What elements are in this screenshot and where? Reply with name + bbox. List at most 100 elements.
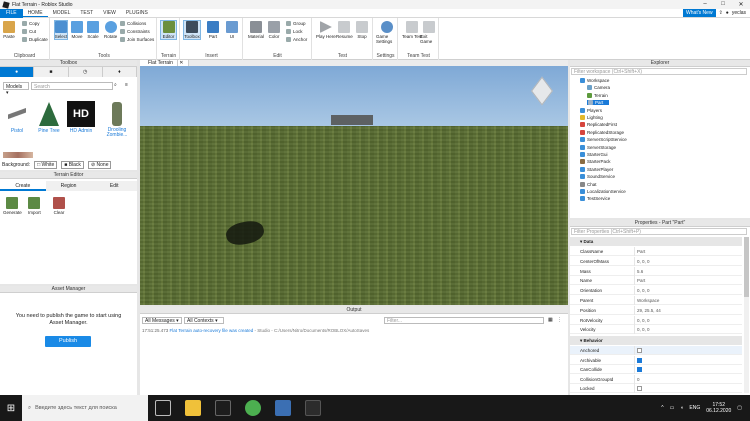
property-checkbox[interactable]: [637, 357, 642, 363]
explorer-item[interactable]: SoundService: [580, 174, 615, 180]
tab-test[interactable]: TEST: [75, 10, 98, 16]
terrain-editor-button[interactable]: Editor: [160, 20, 177, 40]
toolbox-item-drooling-zombie[interactable]: Drooling Zombie...: [100, 100, 134, 140]
property-row[interactable]: CenterOfMass 0, 0, 0: [570, 256, 742, 266]
clock[interactable]: 17:52 06.12.2020: [706, 402, 731, 414]
anchor-button[interactable]: Anchor: [286, 37, 307, 42]
clear-button[interactable]: Clear: [53, 197, 65, 215]
taskbar-search-input[interactable]: ⌕ Введите здесь текст для поиска: [22, 395, 148, 421]
whats-new-button[interactable]: What's New: [683, 9, 716, 17]
stop-button[interactable]: Stop: [356, 21, 368, 39]
explorer-item[interactable]: StarterGui: [580, 152, 608, 157]
contexts-filter-select[interactable]: All Contexts ▾: [184, 317, 224, 324]
tab-model[interactable]: MODEL: [48, 10, 76, 16]
properties-filter-input[interactable]: Filter Properties (Ctrl+Shift+P): [571, 228, 747, 235]
chrome-icon[interactable]: [245, 400, 261, 416]
material-button[interactable]: Material: [248, 21, 264, 39]
roblox-studio-taskbar-icon[interactable]: [305, 400, 321, 416]
generate-button[interactable]: Generate: [3, 197, 22, 215]
join-surfaces-toggle[interactable]: Join Surfaces: [120, 37, 154, 42]
property-checkbox[interactable]: [637, 348, 642, 353]
exit-game-button[interactable]: Exit Game: [420, 21, 438, 44]
app-icon[interactable]: [275, 400, 291, 416]
duplicate-button[interactable]: Duplicate: [22, 37, 48, 42]
toolbox-button[interactable]: Toolbox: [183, 20, 201, 40]
import-button[interactable]: Import: [28, 197, 41, 215]
explorer-item[interactable]: Chat: [580, 181, 597, 187]
lock-button[interactable]: Lock: [286, 29, 303, 34]
search-icon[interactable]: ⌕: [114, 82, 122, 90]
part-button[interactable]: Part: [207, 21, 219, 39]
toolbox-item-pine-tree[interactable]: Pine Tree: [34, 100, 64, 138]
copy-button[interactable]: Copy: [22, 21, 40, 26]
network-icon[interactable]: ▭: [670, 405, 675, 411]
tab-recent-icon[interactable]: ◷: [68, 67, 103, 77]
explorer-item[interactable]: Lighting: [580, 115, 603, 120]
property-row[interactable]: Position 29, 25.5, 44: [570, 305, 742, 315]
resume-button[interactable]: Resume: [336, 21, 353, 39]
property-row[interactable]: ClassName Part: [570, 247, 742, 256]
section-behavior[interactable]: ▾ Behavior: [570, 336, 742, 345]
collisions-toggle[interactable]: Collisions: [120, 21, 146, 26]
properties-scrollbar[interactable]: [744, 237, 749, 393]
tab-view[interactable]: VIEW: [98, 10, 121, 16]
move-tool-button[interactable]: Move: [71, 21, 83, 39]
ui-button[interactable]: UI: [226, 21, 238, 39]
category-select[interactable]: Models ▾: [3, 82, 29, 96]
tab-marketplace-icon[interactable]: ■: [34, 67, 69, 77]
cut-button[interactable]: Cut: [22, 29, 36, 34]
explorer-item[interactable]: Part: [587, 100, 610, 106]
file-menu[interactable]: FILE: [0, 8, 23, 18]
constraints-toggle[interactable]: Constraints: [120, 29, 150, 34]
minimize-button[interactable]: –: [696, 1, 714, 8]
property-row[interactable]: Archivable: [570, 355, 742, 365]
part-block[interactable]: [331, 115, 373, 125]
property-row[interactable]: Orientation 0, 0, 0: [570, 286, 742, 296]
output-menu-icon[interactable]: ⋮: [557, 317, 562, 323]
scale-tool-button[interactable]: Scale: [87, 21, 99, 39]
tab-create[interactable]: Create: [0, 181, 46, 191]
property-row[interactable]: CollisionGroupId 0: [570, 374, 742, 384]
paste-button[interactable]: Paste: [3, 21, 15, 39]
bg-black-option[interactable]: ■ Black: [61, 161, 84, 169]
color-button[interactable]: Color: [268, 21, 280, 39]
close-button[interactable]: ✕: [732, 1, 750, 8]
windows-start-icon[interactable]: ⊞: [0, 395, 22, 421]
share-icon[interactable]: ⇪: [719, 10, 723, 16]
tab-plugins[interactable]: PLUGINS: [121, 10, 153, 16]
explorer-item[interactable]: ServerScriptService: [580, 137, 627, 143]
clear-output-icon[interactable]: ▦: [548, 317, 553, 323]
property-row[interactable]: RotVelocity 0, 0, 0: [570, 315, 742, 325]
messages-filter-select[interactable]: All Messages ▾: [142, 317, 182, 324]
user-avatar-icon[interactable]: ●: [726, 10, 729, 16]
property-row[interactable]: Mass 5.6: [570, 266, 742, 276]
task-view-icon[interactable]: [155, 400, 171, 416]
explorer-item[interactable]: ServerStorage: [580, 144, 616, 150]
property-checkbox[interactable]: [637, 386, 642, 391]
section-data[interactable]: ▾ Data: [570, 237, 742, 246]
property-row[interactable]: Velocity 0, 0, 0: [570, 325, 742, 335]
explorer-item[interactable]: LocalizationService: [580, 189, 626, 194]
bg-white-option[interactable]: □ White: [34, 161, 58, 169]
explorer-item[interactable]: TestService: [580, 196, 610, 202]
output-filter-input[interactable]: Filter...: [384, 317, 544, 324]
tab-edit[interactable]: Edit: [91, 181, 138, 191]
tab-region[interactable]: Region: [45, 181, 92, 191]
publish-button[interactable]: Publish: [45, 336, 91, 347]
explorer-item[interactable]: ReplicatedFirst: [580, 122, 617, 128]
explorer-item[interactable]: ReplicatedStorage: [580, 129, 624, 135]
maximize-button[interactable]: □: [714, 1, 732, 8]
tab-creations-icon[interactable]: ♦: [102, 67, 137, 77]
volume-icon[interactable]: ◖: [680, 405, 683, 411]
explorer-item[interactable]: Terrain: [587, 92, 608, 98]
tab-inventory-icon[interactable]: ●: [0, 67, 35, 77]
toolbox-item-pistol[interactable]: Pistol: [2, 100, 32, 138]
property-row[interactable]: Anchored: [570, 346, 742, 355]
filter-icon[interactable]: ≡: [125, 82, 133, 90]
explorer-filter-input[interactable]: Filter workspace (Ctrl+Shift+X): [571, 68, 747, 75]
property-checkbox[interactable]: [637, 367, 642, 372]
user-name[interactable]: yeclas: [732, 10, 746, 16]
explorer-item[interactable]: StarterPack: [580, 159, 611, 165]
rotate-tool-button[interactable]: Rotate: [104, 21, 117, 39]
explorer-item[interactable]: Workspace: [580, 78, 609, 83]
